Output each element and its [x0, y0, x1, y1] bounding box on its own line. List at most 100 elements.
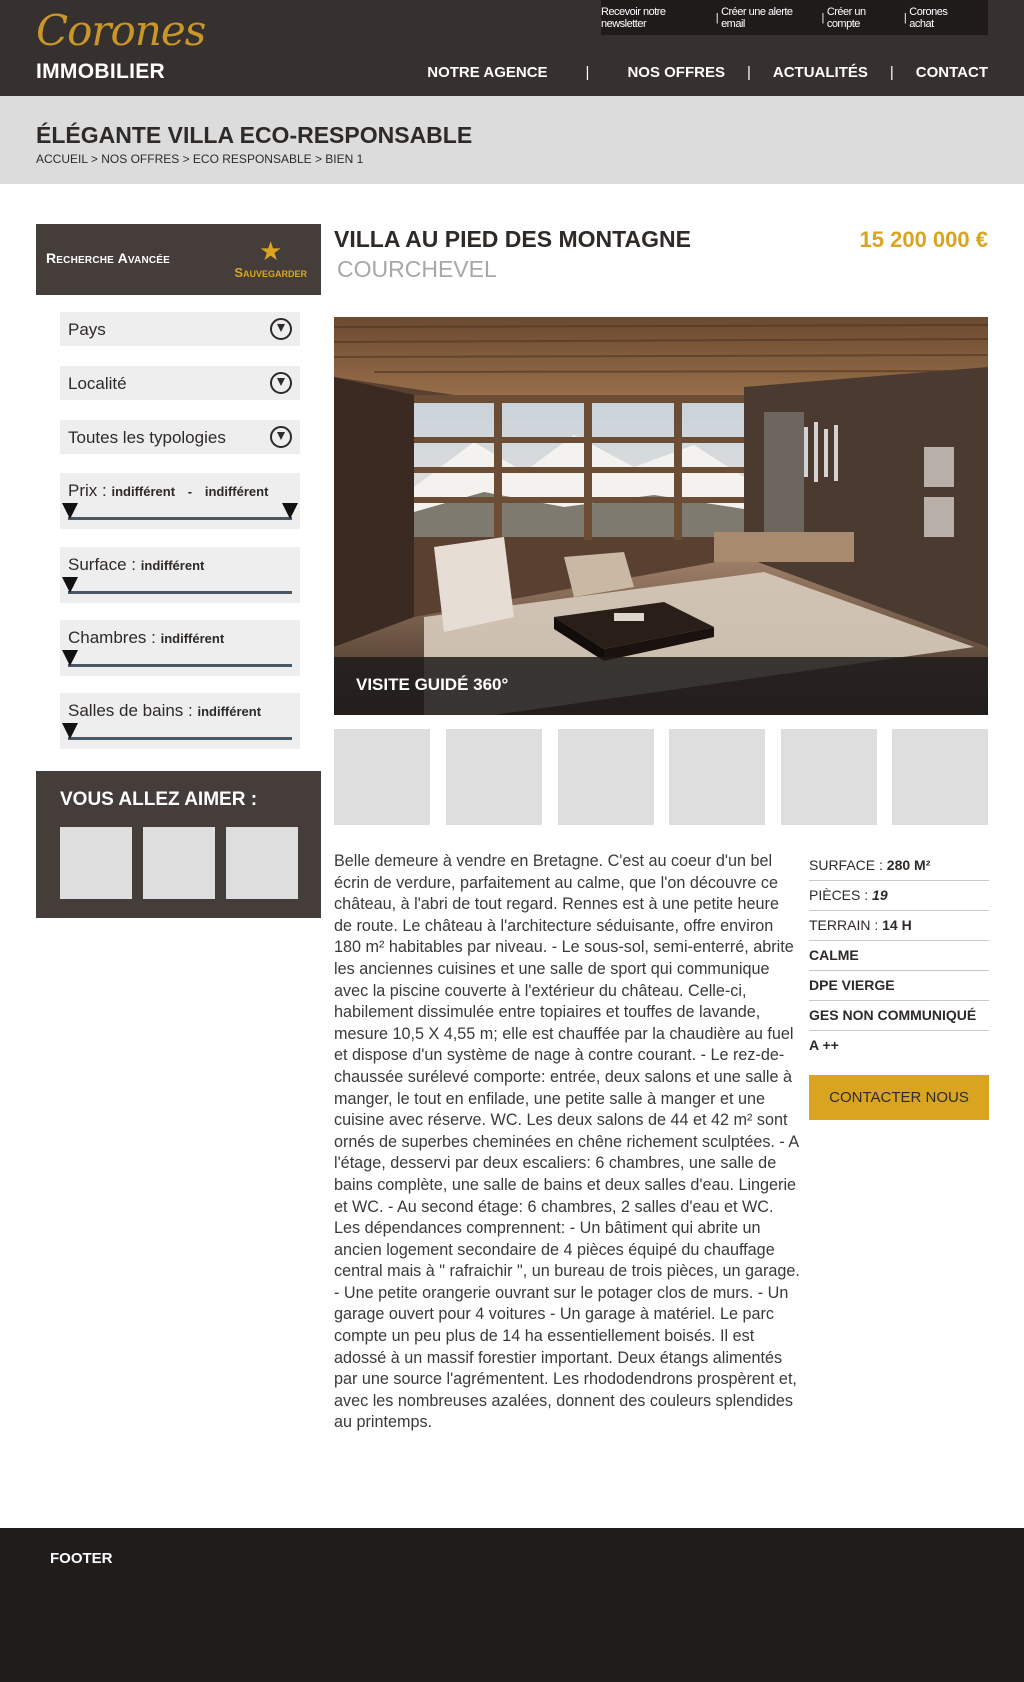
spec-value: A ++: [809, 1037, 839, 1053]
slider-handle[interactable]: [62, 723, 78, 739]
virtual-tour-button[interactable]: VISITE GUIDÉ 360°: [334, 657, 988, 715]
gallery-thumbnail[interactable]: [558, 729, 654, 825]
spec-value: GES NON COMMUNIQUÉ: [809, 1007, 977, 1023]
locality-select[interactable]: Localité: [60, 366, 300, 400]
slider-handle[interactable]: [62, 577, 78, 593]
property-specs: SURFACE : 280 M² PIÈCES : 19 TERRAIN : 1…: [809, 851, 989, 1061]
nav-separator: |: [746, 63, 751, 81]
property-hero-image[interactable]: VISITE GUIDÉ 360°: [334, 317, 988, 715]
bedrooms-range-label: Chambres : indifférent: [68, 628, 224, 648]
link-separator: |: [821, 11, 824, 24]
range-min-value: indifférent: [111, 484, 176, 499]
logo-subtitle[interactable]: IMMOBILIER: [36, 60, 165, 84]
select-label: Toutes les typologies: [68, 428, 226, 447]
chevron-down-icon[interactable]: [270, 318, 292, 340]
site-footer: FOOTER: [0, 1528, 1024, 1682]
main-nav: NOTRE AGENCE | NOS OFFRES | ACTUALITÉS |…: [427, 60, 988, 84]
spec-rooms: PIÈCES : 19: [809, 881, 989, 911]
recommendations-box: VOUS ALLEZ AIMER :: [36, 771, 321, 918]
recommendation-thumbnail[interactable]: [226, 827, 298, 899]
spec-key: PIÈCES :: [809, 887, 869, 903]
spec-key: TERRAIN :: [809, 917, 879, 933]
advanced-search-title: Recherche Avancée: [46, 250, 171, 266]
star-icon: ★: [259, 236, 283, 266]
bedrooms-range-slider[interactable]: Chambres : indifférent: [60, 620, 300, 676]
gallery-thumbnail[interactable]: [446, 729, 542, 825]
email-alert-link[interactable]: Créer une alerte email: [721, 6, 818, 30]
surface-range-slider[interactable]: Surface : indifférent: [60, 547, 300, 603]
nav-nos-offres[interactable]: NOS OFFRES: [627, 64, 725, 81]
slider-max-handle[interactable]: [282, 503, 298, 519]
living-room-photo: [334, 317, 988, 715]
bathrooms-range-slider[interactable]: Salles de bains : indifférent: [60, 693, 300, 749]
slider-track[interactable]: [68, 591, 292, 594]
title-band: ÉLÉGANTE VILLA ECO-RESPONSABLE ACCUEIL >…: [0, 96, 1024, 184]
site-header: Corones IMMOBILIER Recevoir notre newsle…: [0, 0, 1024, 96]
slider-track[interactable]: [68, 664, 292, 667]
gallery-thumbnail[interactable]: [781, 729, 877, 825]
property-title: VILLA AU PIED DES MONTAGNE: [334, 226, 691, 252]
link-separator: |: [715, 11, 719, 24]
bathrooms-range-label: Salles de bains : indifférent: [68, 701, 261, 721]
range-value: indifférent: [197, 704, 262, 719]
spec-value: 14 H: [882, 917, 912, 933]
save-label: Sauvegarder: [234, 265, 307, 280]
advanced-search-header: Recherche Avancée ★ Sauvegarder: [36, 224, 321, 295]
spec-value: 19: [872, 887, 888, 903]
link-separator: |: [903, 11, 907, 24]
range-max-value: indifférent: [204, 484, 269, 499]
spec-value: DPE VIERGE: [809, 977, 895, 993]
contact-button[interactable]: CONTACTER NOUS: [809, 1075, 989, 1120]
typology-select[interactable]: Toutes les typologies: [60, 420, 300, 454]
range-value: indifférent: [160, 631, 225, 646]
select-label: Localité: [68, 374, 127, 393]
slider-track[interactable]: [68, 737, 292, 740]
save-search-button[interactable]: ★ Sauvegarder: [234, 238, 307, 282]
slider-handle[interactable]: [62, 650, 78, 666]
spec-land: TERRAIN : 14 H: [809, 911, 989, 941]
gallery-thumbnail[interactable]: [892, 729, 988, 825]
gallery-thumbnail[interactable]: [669, 729, 765, 825]
range-label: Salles de bains :: [68, 701, 193, 720]
range-label: Surface :: [68, 555, 137, 574]
spec-calm: CALME: [809, 941, 989, 971]
chevron-down-icon[interactable]: [270, 372, 292, 394]
breadcrumb[interactable]: ACCUEIL > NOS OFFRES > ECO RESPONSABLE >…: [36, 152, 363, 166]
logo-script[interactable]: Corones: [36, 6, 206, 55]
nav-separator: |: [585, 63, 590, 81]
spec-key: SURFACE :: [809, 857, 883, 873]
recommendation-thumbnail[interactable]: [60, 827, 132, 899]
slider-min-handle[interactable]: [62, 503, 78, 519]
spec-dpe: DPE VIERGE: [809, 971, 989, 1001]
footer-label: FOOTER: [50, 1550, 113, 1567]
create-account-link[interactable]: Créer un compte: [827, 6, 901, 30]
price-range-label: Prix : indifférent - indifférent: [68, 481, 268, 501]
corones-achat-link[interactable]: Corones achat: [909, 6, 974, 30]
chevron-down-icon[interactable]: [270, 426, 292, 448]
slider-track[interactable]: [68, 517, 292, 520]
range-label: Chambres :: [68, 628, 156, 647]
gallery-thumbnail[interactable]: [334, 729, 430, 825]
range-label: Prix :: [68, 481, 107, 500]
spec-ges: GES NON COMMUNIQUÉ: [809, 1001, 989, 1031]
property-description: Belle demeure à vendre en Bretagne. C'es…: [334, 852, 800, 1432]
spec-energy-class: A ++: [809, 1031, 989, 1061]
country-select[interactable]: Pays: [60, 312, 300, 346]
page-title: ÉLÉGANTE VILLA ECO-RESPONSABLE: [36, 122, 473, 148]
spec-value: CALME: [809, 947, 859, 963]
price-range-slider[interactable]: Prix : indifférent - indifférent: [60, 473, 300, 529]
nav-actualites[interactable]: ACTUALITÉS: [773, 64, 868, 81]
recommendation-thumbnail[interactable]: [143, 827, 215, 899]
spec-value: 280 M²: [886, 857, 931, 873]
nav-notre-agence[interactable]: NOTRE AGENCE: [427, 64, 547, 81]
surface-range-label: Surface : indifférent: [68, 555, 204, 575]
recommendations-title: VOUS ALLEZ AIMER :: [60, 789, 258, 810]
nav-contact[interactable]: CONTACT: [916, 64, 988, 81]
newsletter-link[interactable]: Recevoir notre newsletter: [601, 6, 713, 30]
top-links-bar: Recevoir notre newsletter | Créer une al…: [601, 0, 988, 35]
virtual-tour-label: VISITE GUIDÉ 360°: [356, 675, 509, 694]
range-separator: -: [187, 484, 193, 499]
range-value: indifférent: [140, 558, 205, 573]
property-price: 15 200 000 €: [859, 227, 988, 252]
select-label: Pays: [68, 320, 106, 339]
